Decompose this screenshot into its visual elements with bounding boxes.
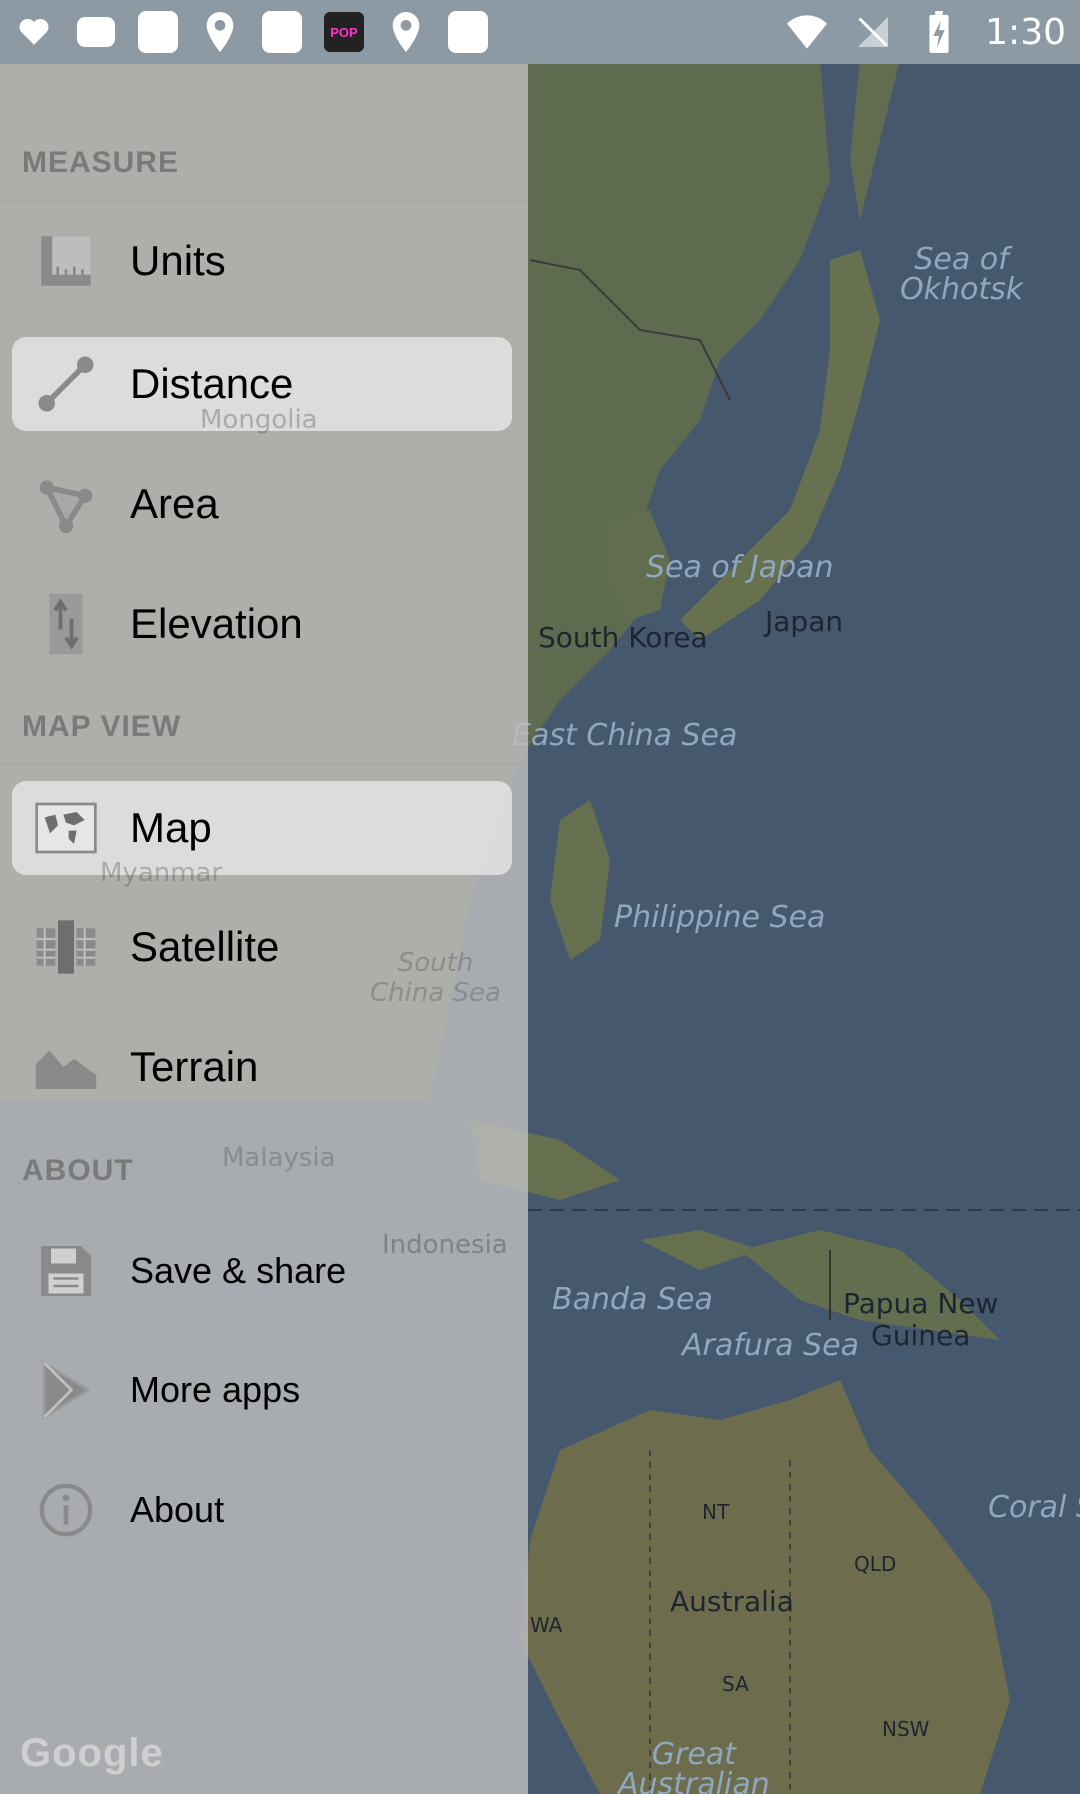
map-label-indonesia: Indonesia xyxy=(382,1230,508,1260)
menu-item-terrain[interactable]: Terrain xyxy=(12,1020,512,1114)
map-label-sea-of-japan: Sea of Japan xyxy=(646,550,834,585)
world-map-icon xyxy=(30,792,102,864)
play-store-icon xyxy=(30,1354,102,1426)
no-sim-icon xyxy=(853,12,893,52)
map-label-great-australian: Great Australian xyxy=(618,1737,770,1794)
map-label-south-china-sea: South China Sea xyxy=(370,948,501,1008)
elevation-arrows-icon xyxy=(30,588,102,660)
notification-square-icon xyxy=(262,11,302,53)
map-label-malaysia: Malaysia xyxy=(222,1143,336,1173)
menu-item-area[interactable]: Area xyxy=(12,457,512,551)
google-logo: Google xyxy=(20,1731,164,1775)
map-label-banda-sea: Banda Sea xyxy=(552,1282,713,1317)
notification-square-icon xyxy=(76,12,116,52)
menu-label-about: About xyxy=(130,1489,225,1530)
section-header-measure: MEASURE xyxy=(22,146,180,179)
divider xyxy=(0,1207,528,1210)
divider xyxy=(0,199,528,202)
map-label-sa: SA xyxy=(722,1672,749,1696)
map-label-mongolia: Mongolia xyxy=(200,405,318,435)
location-pin-icon xyxy=(386,12,426,52)
notification-square-icon xyxy=(448,11,488,53)
map-label-south-korea: South Korea xyxy=(538,621,708,654)
divider xyxy=(0,762,528,765)
map-label-nsw: NSW xyxy=(882,1717,930,1741)
menu-label-area: Area xyxy=(130,480,219,527)
ruler-icon xyxy=(30,225,102,297)
distance-line-icon xyxy=(30,348,102,420)
menu-label-distance: Distance xyxy=(130,360,294,407)
map-label-nt: NT xyxy=(702,1500,730,1524)
kpop-app-icon: POP xyxy=(324,12,364,52)
map-label-east-china-sea: East China Sea xyxy=(512,718,738,753)
kpop-badge-text: POP xyxy=(324,12,364,52)
navigation-drawer[interactable]: MEASURE Units Distance Area Elevation MA… xyxy=(0,64,528,1794)
map-label-japan: Japan xyxy=(765,605,844,638)
status-bar: POP 1:30 xyxy=(0,0,1080,64)
map-label-qld: QLD xyxy=(854,1552,897,1576)
location-pin-icon xyxy=(200,12,240,52)
wifi-icon xyxy=(787,12,828,52)
map-label-sea-of-okhotsk: Sea of Okhotsk xyxy=(900,242,1024,307)
satellite-icon xyxy=(30,911,102,983)
menu-label-more-apps: More apps xyxy=(130,1369,301,1410)
menu-item-more-apps[interactable]: More apps xyxy=(12,1343,512,1437)
area-polygon-icon xyxy=(30,468,102,540)
map-label-myanmar: Myanmar xyxy=(100,858,223,888)
floppy-disk-icon xyxy=(30,1235,102,1307)
menu-label-terrain: Terrain xyxy=(130,1043,259,1090)
menu-label-elevation: Elevation xyxy=(130,600,303,647)
menu-label-save-share: Save & share xyxy=(130,1250,347,1291)
menu-label-satellite: Satellite xyxy=(130,923,280,970)
menu-item-map[interactable]: Map xyxy=(12,781,512,875)
info-icon xyxy=(30,1474,102,1546)
notification-heart-icon xyxy=(14,12,54,52)
menu-item-elevation[interactable]: Elevation xyxy=(12,577,512,671)
notification-square-icon xyxy=(138,11,178,53)
menu-label-units: Units xyxy=(130,237,226,284)
menu-item-units[interactable]: Units xyxy=(12,214,512,308)
map-label-australia: Australia xyxy=(670,1585,794,1618)
map-label-papua-new-guinea: Papua New Guinea xyxy=(843,1287,999,1352)
terrain-mountain-icon xyxy=(30,1031,102,1103)
map-label-coral-sea: Coral Se xyxy=(988,1490,1080,1525)
menu-item-about[interactable]: About xyxy=(12,1463,512,1557)
section-header-about: ABOUT xyxy=(22,1154,134,1187)
map-label-wa: WA xyxy=(530,1613,563,1637)
clock: 1:30 xyxy=(985,11,1066,53)
map-label-arafura-sea: Arafura Sea xyxy=(682,1328,859,1363)
menu-label-map: Map xyxy=(130,804,212,851)
section-header-map-view: MAP VIEW xyxy=(22,710,182,743)
map-label-philippine-sea: Philippine Sea xyxy=(614,900,826,935)
battery-charging-icon xyxy=(919,11,959,53)
